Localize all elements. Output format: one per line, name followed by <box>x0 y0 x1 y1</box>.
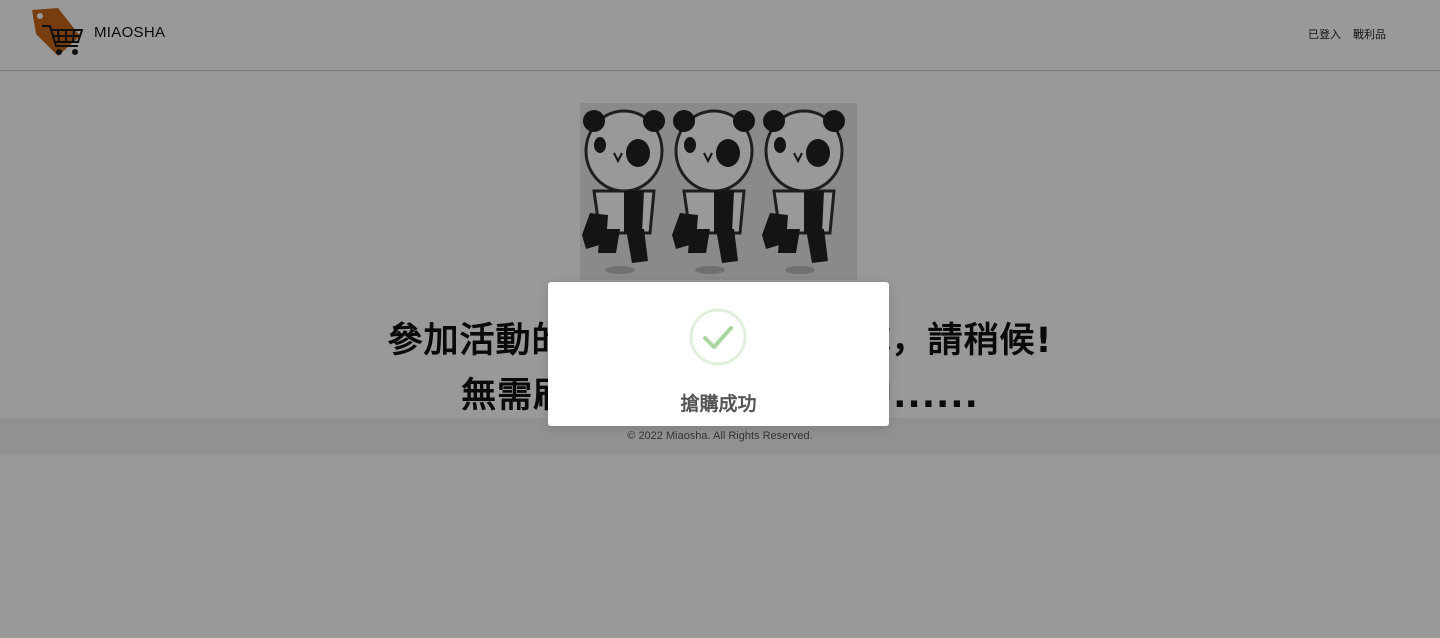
page: MIAOSHA 已登入 戰利品 參加活動的人數太多，正在排隊，請稍候! 無需刷新… <box>0 0 1440 638</box>
check-circle-icon <box>689 308 747 366</box>
modal-message: 搶購成功 <box>680 393 757 415</box>
success-modal: 搶購成功 <box>548 282 889 426</box>
